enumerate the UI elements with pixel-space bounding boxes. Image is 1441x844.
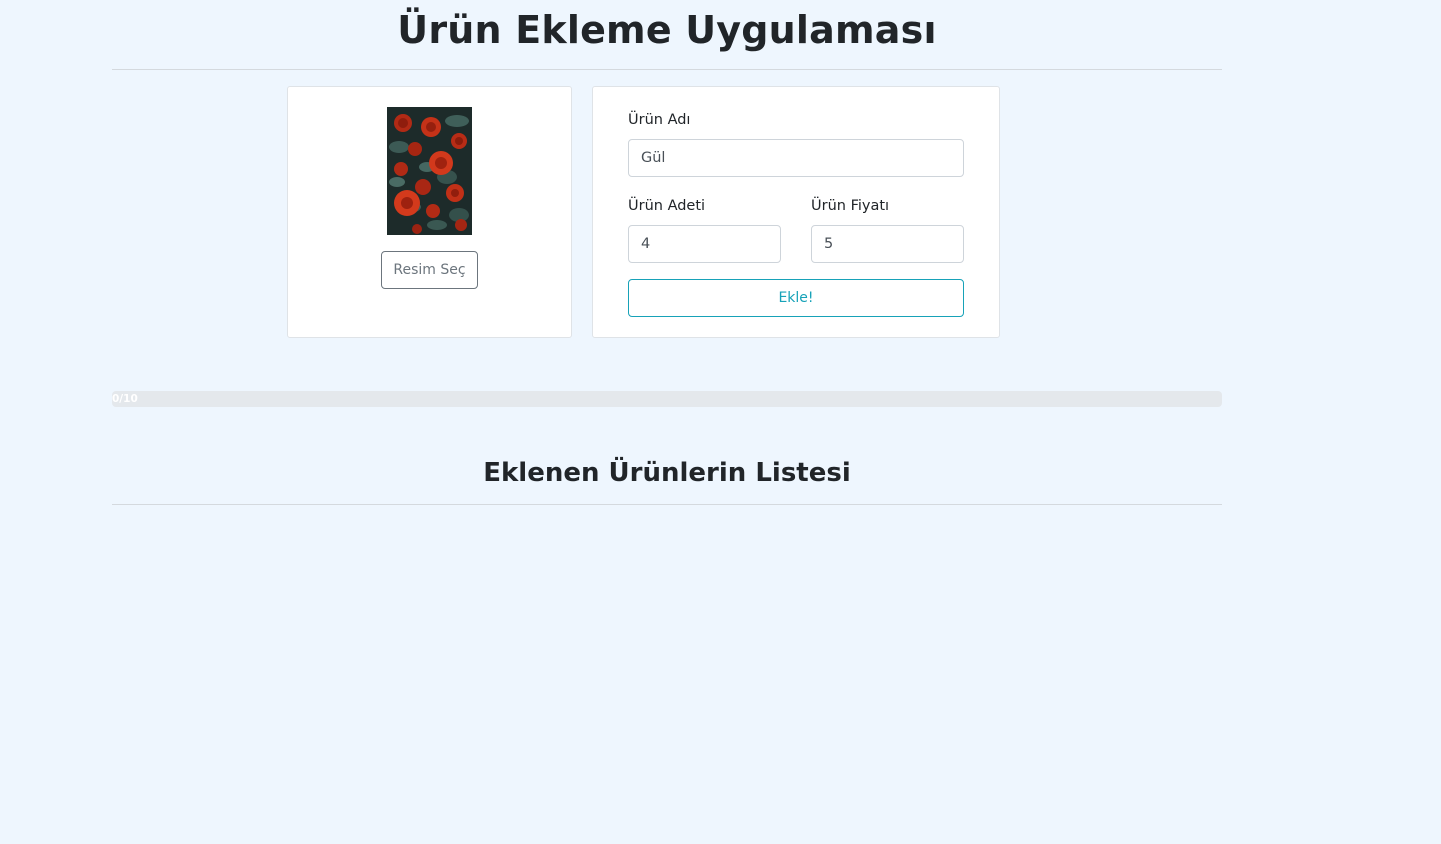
select-image-button[interactable]: Resim Seç: [381, 251, 478, 289]
product-quantity-label: Ürün Adeti: [628, 198, 706, 214]
header-section: Ürün Ekleme Uygulaması: [112, 0, 1222, 70]
product-quantity-input[interactable]: [628, 225, 781, 263]
product-price-input[interactable]: [811, 225, 964, 263]
page-title: Ürün Ekleme Uygulaması: [397, 8, 937, 52]
product-list-divider: [112, 504, 1222, 505]
image-card: Resim Seç: [287, 86, 572, 338]
product-image: [387, 107, 472, 235]
add-product-button[interactable]: Ekle!: [628, 279, 964, 317]
product-list-title: Eklenen Ürünlerin Listesi: [483, 458, 851, 488]
product-name-input[interactable]: [628, 139, 964, 177]
upload-progress-text: 0/10: [112, 393, 138, 405]
product-price-label: Ürün Fiyatı: [811, 198, 890, 214]
upload-progress: 0/10: [112, 391, 1222, 407]
product-form-card: Ürün Adı Ürün Adeti Ürün Fiyatı Ekle!: [592, 86, 1000, 338]
title-divider: [112, 69, 1222, 70]
product-name-label: Ürün Adı: [628, 112, 691, 128]
